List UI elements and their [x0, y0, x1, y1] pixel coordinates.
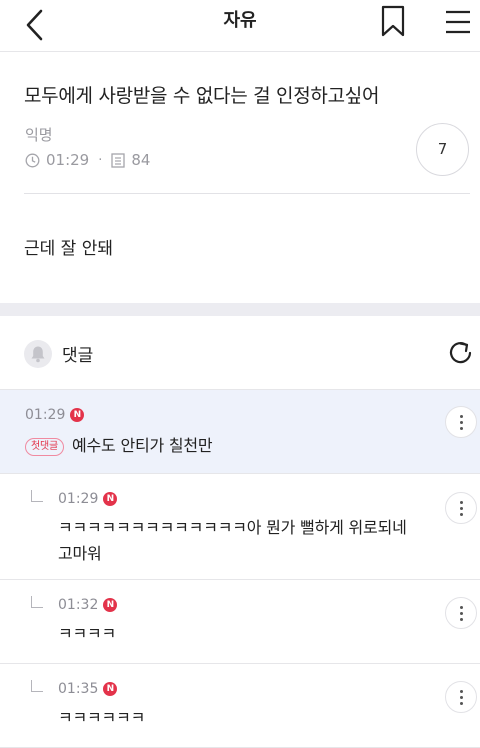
comment-more-options-icon[interactable] — [445, 597, 477, 629]
comment-more-options-icon[interactable] — [445, 406, 477, 438]
post-time: 01:29 — [46, 151, 90, 169]
comments-label: 댓글 — [62, 346, 94, 366]
post-views: 84 — [131, 151, 151, 169]
comment-more-options-icon[interactable] — [445, 681, 477, 713]
comment-time: 01:29 — [25, 407, 66, 423]
comment-item: 01:29 N 첫댓글 예수도 안티가 칠천만 — [0, 390, 480, 474]
hamburger-menu-icon[interactable] — [444, 9, 472, 35]
post-title: 모두에게 사랑받을 수 없다는 걸 인정하고싶어 — [24, 85, 380, 107]
comment-text: 예수도 안티가 칠천만 — [72, 436, 213, 455]
comment-text: ㅋㅋㅋㅋ — [58, 624, 117, 643]
comment-text: ㅋㅋㅋㅋㅋㅋㅋㅋㅋㅋㅋㅋㅋ아 뭔가 뻘하게 위로되네 고마워 — [58, 515, 407, 567]
comment-text: ㅋㅋㅋㅋㅋㅋ — [58, 708, 146, 727]
comment-time-row: 01:35 N — [58, 681, 118, 697]
comment-time-row: 01:29 N — [58, 491, 118, 507]
refresh-icon[interactable] — [447, 339, 475, 367]
comment-time-row: 01:32 N — [58, 597, 118, 613]
comment-text-line: 첫댓글 예수도 안티가 칠천만 — [25, 433, 213, 459]
bookmark-icon[interactable] — [379, 5, 407, 37]
reply-arrow-icon — [31, 596, 43, 608]
board-title: 자유 — [223, 10, 257, 31]
post-meta: 01:29 · 84 — [25, 150, 150, 170]
comments-header: 댓글 — [0, 316, 480, 390]
comment-text-line-1: ㅋㅋㅋㅋㅋㅋㅋㅋㅋㅋㅋㅋㅋ아 뭔가 뻘하게 위로되네 — [58, 518, 407, 537]
comment-time: 01:32 — [58, 597, 99, 613]
new-badge: N — [103, 598, 118, 612]
comment-count-badge[interactable]: 7 — [416, 123, 469, 176]
section-divider — [0, 303, 480, 316]
new-badge: N — [103, 682, 118, 696]
comment-text-line-2: 고마워 — [58, 544, 102, 563]
reply-arrow-icon — [31, 680, 43, 692]
reply-arrow-icon — [31, 490, 43, 502]
new-badge: N — [70, 408, 85, 422]
reply-item: 01:32 N ㅋㅋㅋㅋ — [0, 580, 480, 664]
clock-icon — [25, 153, 40, 167]
views-icon — [111, 152, 126, 168]
new-badge: N — [103, 492, 118, 506]
post-body: 근데 잘 안돼 — [24, 239, 114, 259]
reply-item: 01:29 N ㅋㅋㅋㅋㅋㅋㅋㅋㅋㅋㅋㅋㅋ아 뭔가 뻘하게 위로되네 고마워 — [0, 474, 480, 580]
post-divider — [24, 193, 470, 194]
post-author: 익명 — [25, 126, 53, 144]
first-comment-badge: 첫댓글 — [25, 438, 64, 456]
comment-time: 01:29 — [58, 491, 99, 507]
comment-time-row: 01:29 N — [25, 407, 85, 423]
top-bar: 자유 — [0, 0, 480, 52]
comment-more-options-icon[interactable] — [445, 492, 477, 524]
comment-time: 01:35 — [58, 681, 99, 697]
reply-item: 01:35 N ㅋㅋㅋㅋㅋㅋ — [0, 664, 480, 748]
notification-bell-icon[interactable] — [24, 340, 52, 368]
meta-separator: · — [98, 152, 103, 168]
